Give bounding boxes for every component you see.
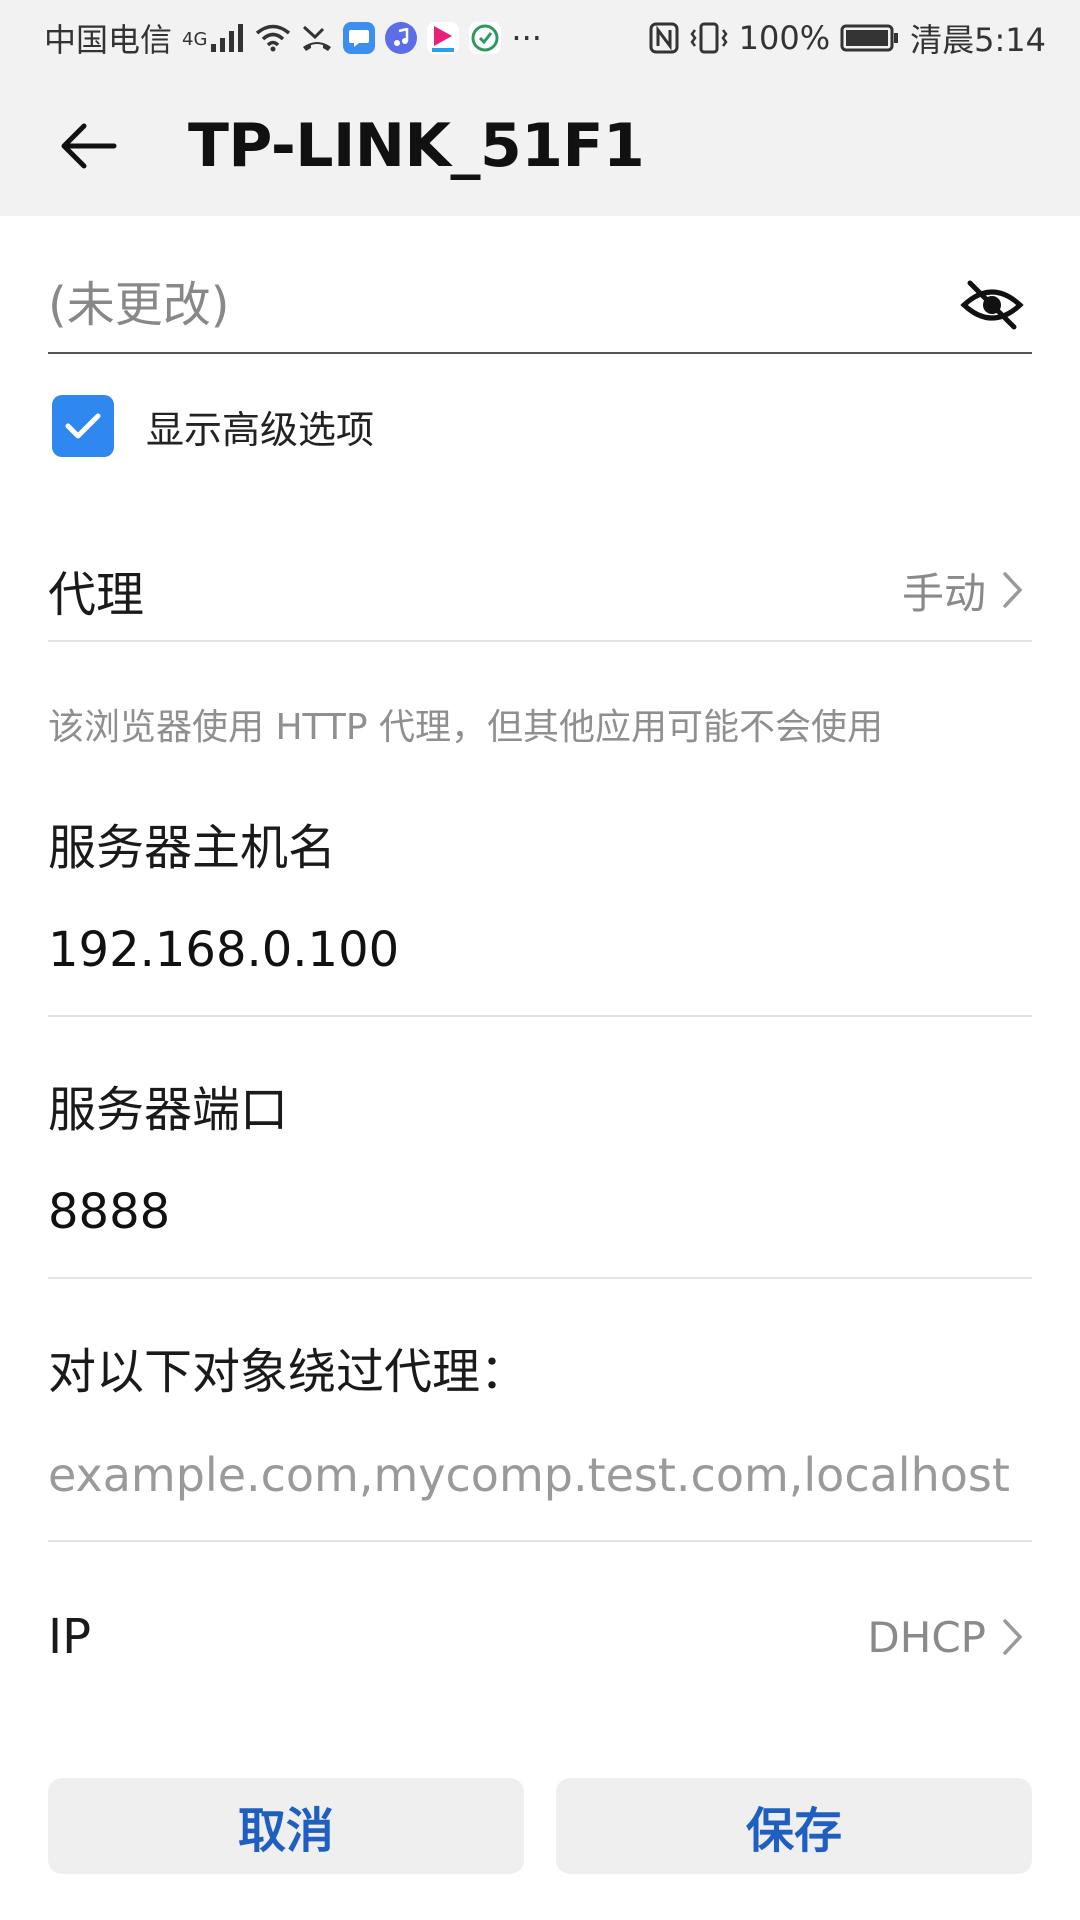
- signal-icon: [211, 24, 245, 52]
- carrier-name: 中国电信: [44, 21, 173, 59]
- host-label-row: 服务器主机名: [48, 808, 1032, 878]
- more-notifications-icon: ···: [511, 19, 542, 57]
- proxy-label: 代理: [48, 567, 145, 623]
- message-app-icon: [343, 22, 376, 54]
- port-label: 服务器端口: [48, 1082, 289, 1138]
- port-input[interactable]: [48, 1184, 1032, 1240]
- page-title: TP-LINK_51F1: [188, 111, 645, 181]
- proxy-row[interactable]: 代理 手动: [48, 540, 1032, 640]
- arrow-left-icon: [61, 123, 117, 169]
- advanced-options-label: 显示高级选项: [146, 407, 375, 452]
- divider: [48, 1277, 1032, 1279]
- chevron-right-icon: [1003, 1619, 1023, 1655]
- save-button[interactable]: 保存: [556, 1778, 1032, 1874]
- host-input[interactable]: [48, 922, 1032, 978]
- music-app-icon: [385, 22, 418, 54]
- shield-app-icon: [469, 22, 502, 54]
- ip-value-group: DHCP: [867, 1613, 1024, 1662]
- divider: [48, 1015, 1032, 1017]
- host-label: 服务器主机名: [48, 820, 337, 876]
- status-bar-left: 中国电信 4G ···: [44, 15, 542, 61]
- proxy-value-group: 手动: [902, 560, 1024, 621]
- status-bar: 中国电信 4G ··· 100% 清晨5:14: [0, 0, 1080, 76]
- ip-label: IP: [48, 1609, 92, 1665]
- network-type: 4G: [182, 29, 208, 50]
- divider: [48, 640, 1032, 642]
- advanced-options-checkbox[interactable]: [52, 395, 114, 457]
- port-label-row: 服务器端口: [48, 1070, 1032, 1140]
- password-input[interactable]: [48, 277, 908, 333]
- eye-off-icon: [960, 280, 1024, 330]
- missed-call-icon: [301, 23, 333, 53]
- ip-row[interactable]: IP DHCP: [48, 1592, 1032, 1682]
- proxy-note: 该浏览器使用 HTTP 代理，但其他应用可能不会使用: [48, 707, 884, 748]
- check-icon: [65, 413, 101, 439]
- video-app-icon: [427, 22, 460, 54]
- vibrate-icon: [689, 22, 729, 54]
- port-input-row: [48, 1184, 1032, 1240]
- status-bar-right: 100% 清晨5:14: [649, 15, 1046, 61]
- advanced-options-row[interactable]: 显示高级选项: [52, 395, 374, 457]
- password-row: [48, 258, 1032, 354]
- bypass-label-row: 对以下对象绕过代理：: [48, 1332, 1032, 1402]
- toggle-password-visibility-button[interactable]: [952, 265, 1032, 345]
- bypass-input-row: [48, 1448, 1032, 1502]
- back-button[interactable]: [38, 96, 138, 196]
- nfc-icon: [649, 22, 679, 54]
- ip-value: DHCP: [867, 1612, 986, 1662]
- chevron-right-icon: [1003, 572, 1023, 608]
- battery-icon: [840, 23, 900, 53]
- wifi-icon: [255, 24, 291, 52]
- bypass-label: 对以下对象绕过代理：: [48, 1344, 529, 1400]
- divider: [48, 1540, 1032, 1542]
- host-input-row: [48, 922, 1032, 978]
- cancel-button[interactable]: 取消: [48, 1778, 524, 1874]
- battery-percent: 100%: [738, 19, 831, 57]
- app-bar: TP-LINK_51F1: [0, 76, 1080, 216]
- proxy-value: 手动: [901, 568, 986, 618]
- clock: 清晨5:14: [910, 21, 1046, 59]
- bypass-input[interactable]: [48, 1448, 1032, 1502]
